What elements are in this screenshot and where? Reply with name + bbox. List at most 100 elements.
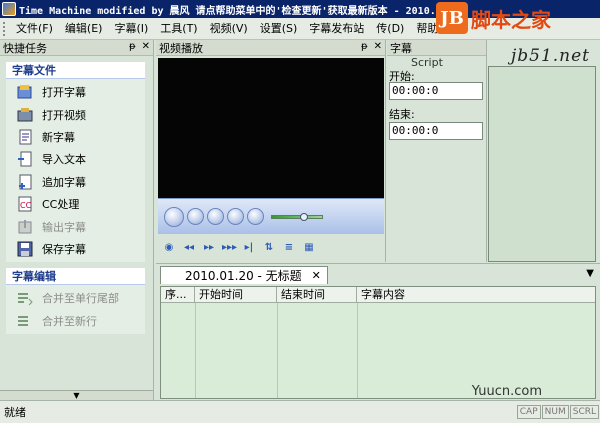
grid-icon[interactable]: ▦	[302, 242, 316, 254]
cc-process-icon: CC	[16, 195, 34, 213]
merge-tail-icon	[16, 289, 34, 307]
sync-icon[interactable]: ⇅	[262, 242, 276, 254]
menu-publish[interactable]: 字幕发布站	[303, 19, 370, 39]
document-area: 2010.01.20 - 无标题 ✕ ▼ 序... 开始时间 结束时间 字幕内容	[156, 263, 600, 400]
play-button[interactable]	[164, 206, 184, 227]
task-cc-process[interactable]: CC CC处理	[6, 193, 145, 215]
script-subtitle: Script	[411, 56, 443, 69]
task-merge-tail[interactable]: 合并至单行尾部	[6, 287, 145, 309]
chevron-down-icon[interactable]: ▼	[586, 268, 594, 279]
menu-subtitle[interactable]: 字幕(I)	[108, 19, 154, 39]
append-subtitle-icon	[16, 173, 34, 191]
task-open-subtitle[interactable]: 打开字幕	[6, 81, 145, 103]
task-export-subtitle[interactable]: 输出字幕	[6, 215, 145, 237]
menu-tools[interactable]: 工具(T)	[154, 19, 203, 39]
task-import-text[interactable]: 导入文本	[6, 148, 145, 170]
watermark-logo: JB 脚本之家	[436, 1, 596, 35]
menu-other[interactable]: 传(D)	[370, 19, 410, 39]
start-time-field[interactable]: 00:00:0	[389, 82, 483, 100]
task-group-title[interactable]: 字幕编辑	[6, 268, 145, 286]
window-title: Time Machine modified by 晨风 请点帮助菜单中的'检查更…	[19, 5, 448, 17]
document-tabbar: 2010.01.20 - 无标题 ✕ ▼	[156, 264, 600, 284]
subtitle-text-panel	[488, 40, 600, 262]
task-group-title[interactable]: 字幕文件	[6, 62, 145, 79]
menu-grip[interactable]	[3, 21, 7, 36]
menu-file[interactable]: 文件(F)	[10, 19, 59, 39]
task-label: 合并至新行	[42, 314, 97, 328]
table-header: 序... 开始时间 结束时间 字幕内容	[161, 287, 595, 303]
list-icon[interactable]: ≡	[282, 242, 296, 254]
task-label: 追加字幕	[42, 175, 86, 189]
media-icon[interactable]: ◉	[162, 242, 176, 254]
mute-button[interactable]	[247, 208, 264, 225]
volume-slider[interactable]	[271, 212, 323, 221]
merge-newline-icon	[16, 312, 34, 330]
end-time-field[interactable]: 00:00:0	[389, 122, 483, 140]
watermark-bottom: Yuucn.com	[471, 384, 542, 399]
status-text: 就绪	[4, 406, 26, 419]
video-panel-title: 视频播放	[159, 41, 203, 55]
task-open-video[interactable]: 打开视频	[6, 103, 145, 125]
open-subtitle-icon	[16, 83, 34, 101]
close-icon[interactable]: ✕	[374, 41, 382, 52]
script-panel-title: 字幕	[390, 41, 412, 55]
subtitle-text-box[interactable]	[488, 66, 596, 262]
video-panel-header: 视频播放 ᵽ ✕	[156, 40, 385, 56]
app-icon	[2, 2, 16, 16]
document-tab[interactable]: 2010.01.20 - 无标题 ✕	[160, 266, 328, 284]
menu-edit[interactable]: 编辑(E)	[59, 19, 109, 39]
col-start-time[interactable]: 开始时间	[195, 287, 277, 302]
watermark-site-name: 脚本之家	[471, 7, 551, 32]
rewind-icon[interactable]: ◂◂	[182, 242, 196, 254]
task-save-subtitle[interactable]: 保存字幕	[6, 238, 145, 260]
stop-button[interactable]	[187, 208, 204, 225]
jump-icon[interactable]: ▸|	[242, 242, 256, 254]
scroll-down-icon: ▼	[73, 391, 80, 400]
task-group-subtitle-edit: 字幕编辑 合并至单行尾部 合并至新行	[6, 268, 145, 334]
close-icon[interactable]: ✕	[312, 269, 321, 282]
task-append-subtitle[interactable]: 追加字幕	[6, 171, 145, 193]
svg-text:CC: CC	[20, 201, 32, 210]
menu-settings[interactable]: 设置(S)	[254, 19, 304, 39]
subtitle-table[interactable]: 序... 开始时间 结束时间 字幕内容	[160, 286, 596, 399]
task-group-subtitle-file: 字幕文件 打开字幕 打开视频 新字幕 导入文本 追加字幕 CC CC处理 输出字…	[6, 62, 145, 263]
task-label: 导入文本	[42, 153, 86, 167]
new-subtitle-icon	[16, 128, 34, 146]
scroll-indicator: SCRL	[569, 405, 599, 419]
next-button[interactable]	[227, 208, 244, 225]
script-panel: 字幕 Script 开始: 00:00:0 结束: 00:00:0	[387, 40, 487, 262]
task-label: 打开字幕	[42, 86, 86, 100]
watermark-url: jb51.net	[510, 46, 590, 66]
open-video-icon	[16, 106, 34, 124]
col-end-time[interactable]: 结束时间	[277, 287, 357, 302]
video-toolbar: ◉ ◂◂ ▸▸ ▸▸▸ ▸| ⇅ ≡ ▦	[158, 238, 384, 258]
pin-icon[interactable]: ᵽ	[361, 41, 368, 52]
task-label: 新字幕	[42, 130, 75, 144]
player-controls	[158, 198, 384, 234]
col-index[interactable]: 序...	[161, 287, 195, 302]
task-label: CC处理	[42, 198, 80, 212]
previous-button[interactable]	[207, 208, 224, 225]
pin-icon[interactable]: ᵽ	[129, 41, 136, 52]
fast-forward-icon[interactable]: ▸▸▸	[222, 242, 237, 254]
col-content[interactable]: 字幕内容	[357, 287, 595, 302]
menu-video[interactable]: 视频(V)	[204, 19, 254, 39]
task-label: 合并至单行尾部	[42, 292, 119, 306]
column-divider	[357, 303, 358, 398]
left-panel-scroll-down[interactable]: ▼	[0, 390, 153, 400]
status-bar: 就绪 CAP NUM SCRL	[0, 400, 600, 423]
task-new-subtitle[interactable]: 新字幕	[6, 126, 145, 148]
watermark-logo-mark: JB	[436, 2, 468, 34]
step-forward-icon[interactable]: ▸▸	[202, 242, 216, 254]
end-label: 结束:	[389, 108, 415, 121]
task-merge-newline[interactable]: 合并至新行	[6, 310, 145, 332]
volume-knob[interactable]	[300, 212, 308, 221]
quick-task-panel: 快捷任务 ᵽ ✕ 字幕文件 打开字幕 打开视频 新字幕 导入文本 追加字幕 CC…	[0, 40, 154, 400]
task-label: 打开视频	[42, 108, 86, 122]
video-panel: 视频播放 ᵽ ✕ ◉ ◂◂ ▸▸ ▸▸▸ ▸| ⇅ ≡ ▦	[156, 40, 386, 262]
import-text-icon	[16, 150, 34, 168]
task-label: 输出字幕	[42, 220, 86, 234]
close-icon[interactable]: ✕	[142, 41, 150, 52]
task-label: 保存字幕	[42, 242, 86, 256]
column-divider	[195, 303, 196, 398]
